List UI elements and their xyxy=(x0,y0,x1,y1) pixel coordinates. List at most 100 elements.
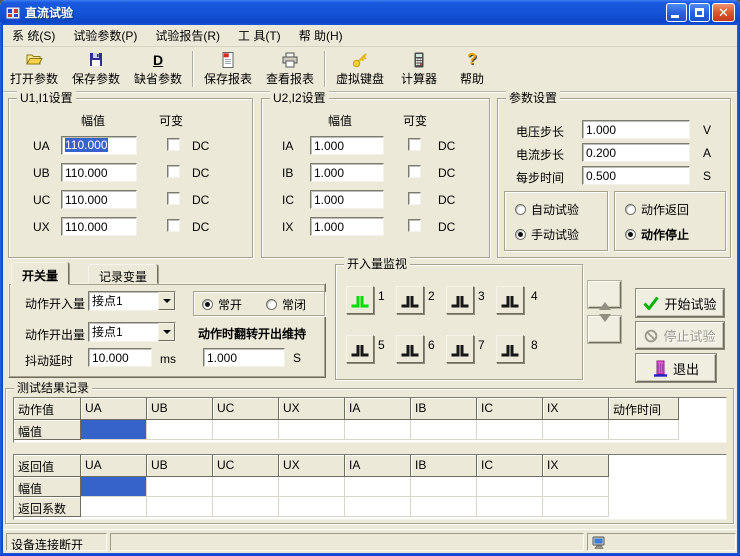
calculator-button[interactable]: 计算器 xyxy=(391,47,447,91)
table-cell[interactable] xyxy=(279,497,345,517)
close-button[interactable]: ✕ xyxy=(712,3,735,22)
switch-tab-control: 开关量 记录变量 动作开入量 接点1 常开 常闭 动作开出量 接点1 动作时翻转… xyxy=(8,262,326,378)
current-step-field[interactable] xyxy=(582,143,690,162)
table-cell[interactable] xyxy=(147,497,213,517)
save-report-button[interactable]: 保存报表 xyxy=(197,47,259,91)
step-down-button[interactable] xyxy=(588,316,621,343)
table-cell[interactable] xyxy=(345,420,411,440)
contact-button-2[interactable] xyxy=(396,286,424,314)
step-up-button[interactable] xyxy=(588,281,621,308)
minimize-button[interactable] xyxy=(666,3,687,22)
normally-closed-radio[interactable]: 常闭 xyxy=(266,296,306,313)
contact-button-1[interactable] xyxy=(346,286,374,314)
contact-button-4[interactable] xyxy=(496,286,524,314)
menu-test-report[interactable]: 试验报告(R) xyxy=(146,24,229,47)
action-output-combo[interactable]: 接点1 xyxy=(88,322,176,342)
table-cell[interactable] xyxy=(345,497,411,517)
default-params-button[interactable]: D 缺省参数 xyxy=(127,47,189,91)
ub-amplitude-field[interactable] xyxy=(61,163,137,182)
table-cell-selected[interactable] xyxy=(81,477,147,497)
menu-test-params[interactable]: 试验参数(P) xyxy=(64,24,146,47)
table-cell[interactable] xyxy=(543,477,609,497)
table-cell[interactable] xyxy=(543,420,609,440)
contact-number: 8 xyxy=(531,338,543,352)
ix-dc-checkbox[interactable] xyxy=(408,219,421,232)
table-cell[interactable] xyxy=(477,420,543,440)
table-cell[interactable] xyxy=(213,497,279,517)
help-button[interactable]: ? 帮助 xyxy=(447,47,497,91)
ua-amplitude-field[interactable]: 110.000 xyxy=(61,136,137,155)
virtual-keyboard-button[interactable]: 虚拟键盘 xyxy=(329,47,391,91)
table-cell[interactable] xyxy=(279,477,345,497)
radio-icon xyxy=(625,229,636,240)
column-header: IB xyxy=(411,455,477,477)
ib-amplitude-field[interactable] xyxy=(310,163,384,182)
ub-dc-checkbox[interactable] xyxy=(167,165,180,178)
table-cell[interactable] xyxy=(213,420,279,440)
table-cell[interactable] xyxy=(213,477,279,497)
contact-button-3[interactable] xyxy=(446,286,474,314)
menu-help[interactable]: 帮 助(H) xyxy=(290,24,352,47)
maximize-button[interactable] xyxy=(689,3,710,22)
contact-button-8[interactable] xyxy=(496,335,524,363)
table-cell[interactable] xyxy=(345,477,411,497)
row-header: 返回系数 xyxy=(14,497,81,517)
ix-amplitude-field[interactable] xyxy=(310,217,384,236)
action-return-radio[interactable]: 动作返回 xyxy=(625,201,689,218)
ux-amplitude-field[interactable] xyxy=(61,217,137,236)
open-params-button[interactable]: 打开参数 xyxy=(3,47,65,91)
ib-dc-checkbox[interactable] xyxy=(408,165,421,178)
action-input-combo[interactable]: 接点1 xyxy=(88,291,176,311)
step-time-field[interactable] xyxy=(582,166,690,185)
connection-status-panel: 设备连接断开 xyxy=(6,533,107,551)
contact-button-5[interactable] xyxy=(346,335,374,363)
dc-label: DC xyxy=(438,139,455,153)
table-cell-selected[interactable] xyxy=(81,420,147,440)
ic-dc-checkbox[interactable] xyxy=(408,192,421,205)
start-test-button[interactable]: 开始试验 xyxy=(636,289,724,317)
table-cell[interactable] xyxy=(81,497,147,517)
ia-dc-checkbox[interactable] xyxy=(408,138,421,151)
jitter-delay-field[interactable] xyxy=(88,348,152,367)
table-cell[interactable] xyxy=(147,477,213,497)
ua-dc-checkbox[interactable] xyxy=(167,138,180,151)
table-cell[interactable] xyxy=(411,497,477,517)
table-cell[interactable] xyxy=(147,420,213,440)
dropdown-button[interactable] xyxy=(158,323,175,341)
menu-tools[interactable]: 工 具(T) xyxy=(229,24,290,47)
tab-switch-quantity[interactable]: 开关量 xyxy=(11,262,69,285)
column-header: IC xyxy=(477,398,543,420)
ia-amplitude-field[interactable] xyxy=(310,136,384,155)
voltage-step-field[interactable] xyxy=(582,120,690,139)
ux-dc-checkbox[interactable] xyxy=(167,219,180,232)
table-cell[interactable] xyxy=(609,420,679,440)
table-cell[interactable] xyxy=(477,477,543,497)
uc-amplitude-field[interactable] xyxy=(61,190,137,209)
save-params-button[interactable]: 保存参数 xyxy=(65,47,127,91)
table-cell[interactable] xyxy=(543,497,609,517)
flip-hold-field[interactable] xyxy=(203,348,285,367)
stop-test-button[interactable]: 停止试验 xyxy=(636,322,724,349)
ic-amplitude-field[interactable] xyxy=(310,190,384,209)
contact-button-6[interactable] xyxy=(396,335,424,363)
toolbar-separator xyxy=(192,51,194,87)
uc-dc-checkbox[interactable] xyxy=(167,192,180,205)
view-report-button[interactable]: 查看报表 xyxy=(259,47,321,91)
tab-record-variable[interactable]: 记录变量 xyxy=(88,264,158,284)
menu-bar: 系 统(S) 试验参数(P) 试验报告(R) 工 具(T) 帮 助(H) xyxy=(3,25,737,47)
table-cell[interactable] xyxy=(411,477,477,497)
menu-system[interactable]: 系 统(S) xyxy=(3,24,64,47)
table-cell[interactable] xyxy=(477,497,543,517)
dropdown-button[interactable] xyxy=(158,292,175,310)
exit-button[interactable]: 退出 xyxy=(636,354,716,382)
table-cell[interactable] xyxy=(411,420,477,440)
normally-open-radio[interactable]: 常开 xyxy=(202,296,242,313)
table-cell[interactable] xyxy=(279,420,345,440)
current-step-label: 电流步长 xyxy=(516,146,564,163)
auto-test-radio[interactable]: 自动试验 xyxy=(515,201,579,218)
contact-button-7[interactable] xyxy=(446,335,474,363)
action-stop-radio[interactable]: 动作停止 xyxy=(625,226,689,243)
manual-test-radio[interactable]: 手动试验 xyxy=(515,226,579,243)
toolbar-separator xyxy=(324,51,326,87)
results-group-title: 测试结果记录 xyxy=(14,381,92,395)
